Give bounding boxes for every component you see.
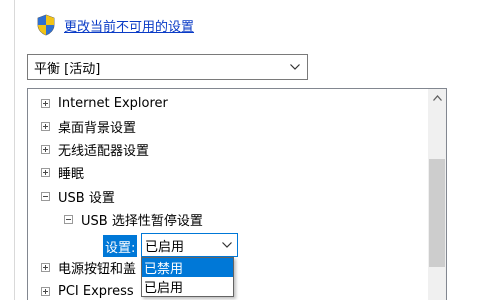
expand-plus-icon[interactable] <box>41 121 50 131</box>
chevron-down-icon <box>217 242 237 248</box>
tree-item-label: Internet Explorer <box>58 95 168 111</box>
advanced-settings-tree[interactable]: Internet Explorer 桌面背景设置 无线适配器设置 睡眠 USB … <box>27 88 447 300</box>
tree-item-label: 桌面背景设置 <box>58 120 137 136</box>
tree-item-usb-settings[interactable]: USB 设置 <box>41 185 115 207</box>
scroll-thumb[interactable] <box>429 159 445 267</box>
tree-item-label: USB 选择性暂停设置 <box>81 213 203 229</box>
tree-item-label: 电源按钮和盖 <box>58 261 137 277</box>
chevron-up-icon <box>432 95 442 101</box>
tree-item-pci-express[interactable]: PCI Express <box>41 280 134 300</box>
tree-item-usb-selective-suspend[interactable]: USB 选择性暂停设置 <box>64 208 203 230</box>
tree-item-wireless-adapter[interactable]: 无线适配器设置 <box>41 138 149 160</box>
setting-value: 已启用 <box>145 239 185 255</box>
setting-label: 设置: <box>103 235 138 257</box>
setting-options-list[interactable]: 已禁用 已启用 <box>141 257 234 297</box>
option-disabled[interactable]: 已禁用 <box>142 258 233 277</box>
uac-shield-icon <box>37 14 55 36</box>
option-enabled[interactable]: 已启用 <box>142 277 233 296</box>
vertical-scrollbar[interactable] <box>428 89 446 300</box>
tree-item-label: PCI Express <box>58 283 134 299</box>
scroll-up-button[interactable] <box>428 89 446 107</box>
power-plan-dropdown[interactable]: 平衡 [活动] <box>27 54 308 80</box>
change-unavailable-settings-row[interactable]: 更改当前不可用的设置 <box>36 14 194 36</box>
collapse-minus-icon[interactable] <box>41 191 50 201</box>
usb-suspend-setting-dropdown[interactable]: 已启用 <box>141 233 238 257</box>
tree-item-sleep[interactable]: 睡眠 <box>41 161 84 183</box>
collapse-minus-icon[interactable] <box>64 214 73 224</box>
window-edge <box>14 0 15 300</box>
chevron-down-icon <box>283 64 307 70</box>
change-unavailable-settings-link[interactable]: 更改当前不可用的设置 <box>64 16 194 35</box>
power-plan-value: 平衡 [活动] <box>34 61 101 77</box>
tree-item-internet-explorer[interactable]: Internet Explorer <box>41 92 168 114</box>
expand-plus-icon[interactable] <box>41 144 50 154</box>
expand-plus-icon[interactable] <box>41 262 50 272</box>
expand-plus-icon[interactable] <box>41 98 50 108</box>
tree-item-power-buttons[interactable]: 电源按钮和盖 <box>41 256 136 278</box>
tree-item-label: 睡眠 <box>58 166 85 182</box>
expand-plus-icon[interactable] <box>41 167 50 177</box>
tree-item-label: 无线适配器设置 <box>58 143 150 159</box>
tree-item-desktop-background[interactable]: 桌面背景设置 <box>41 115 136 137</box>
expand-plus-icon[interactable] <box>41 286 50 296</box>
tree-item-label: USB 设置 <box>58 190 115 206</box>
